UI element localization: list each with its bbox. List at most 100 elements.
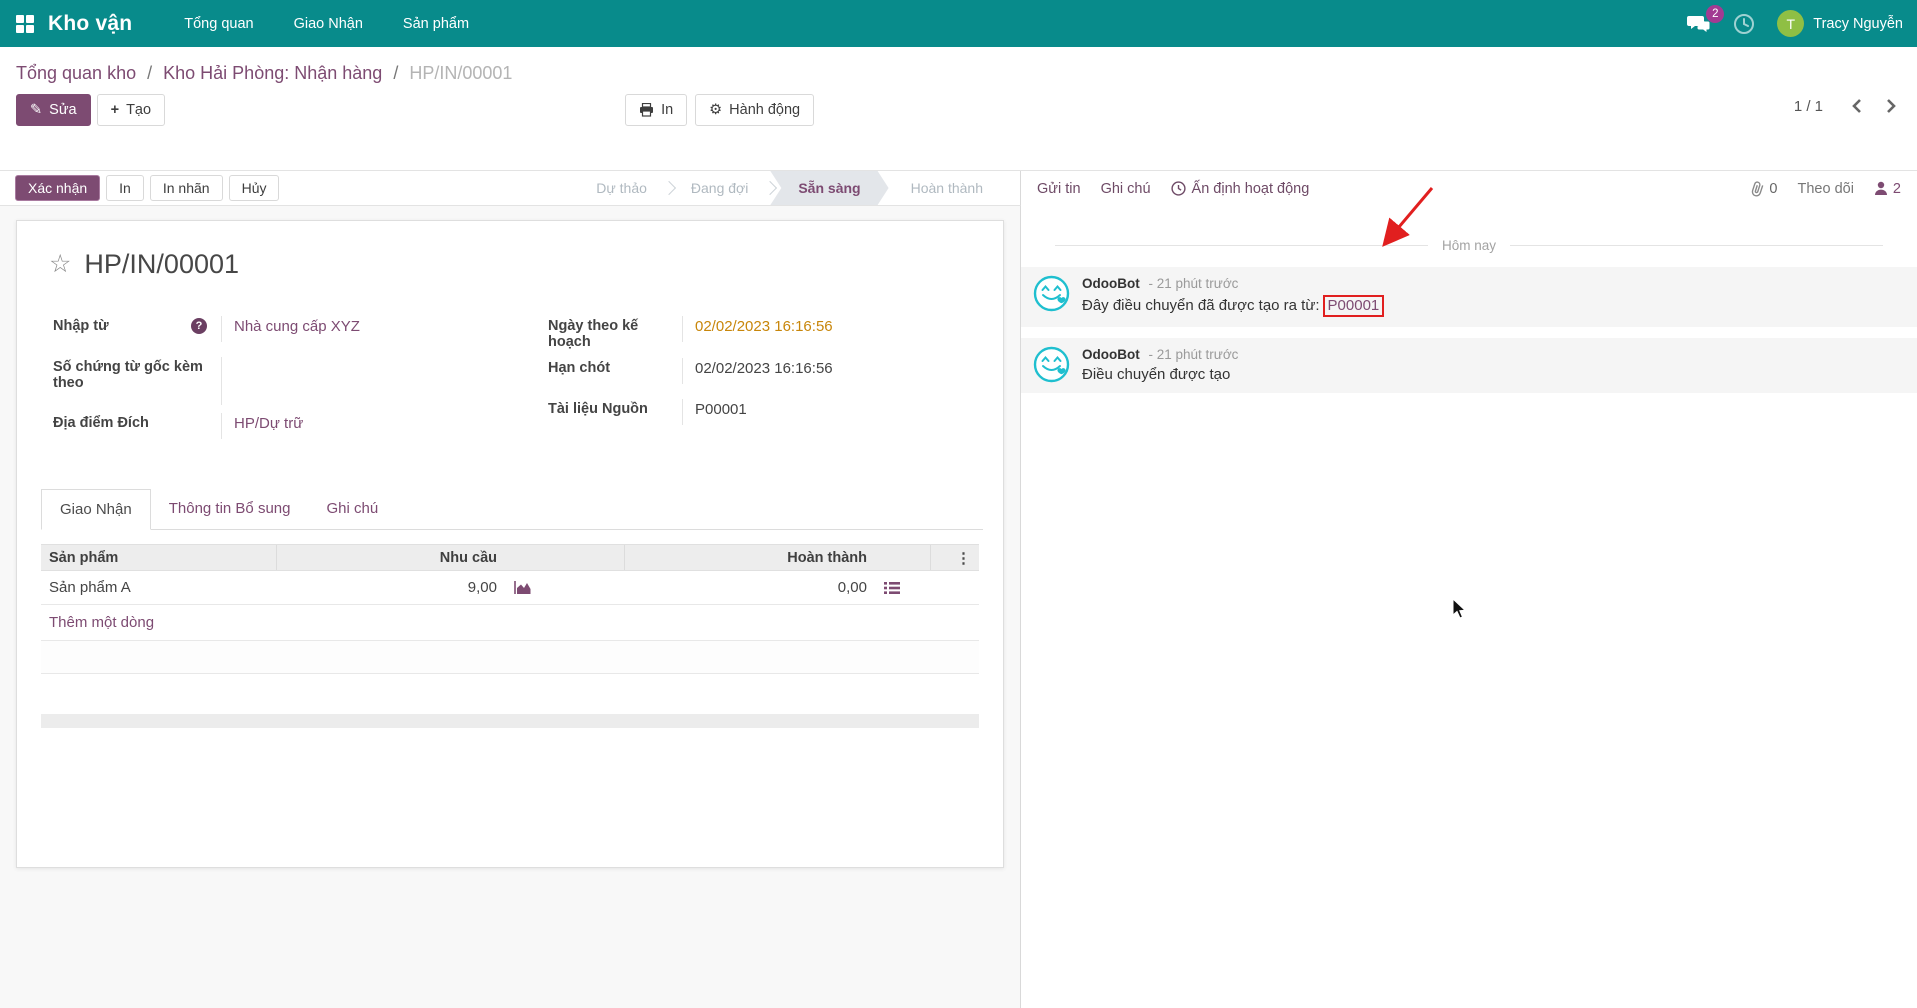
- clock-icon: [1170, 181, 1186, 196]
- chatter: Hôm nay OdooBot - 21 phút trước Đây điều…: [1021, 206, 1917, 1008]
- send-message-button[interactable]: Gửi tin: [1037, 181, 1081, 197]
- annotation-red-box: P00001: [1322, 295, 1385, 317]
- source-document-link[interactable]: P00001: [1328, 297, 1380, 314]
- field-label-origin-doc: Số chứng từ gốc kèm theo: [53, 359, 203, 391]
- follow-button[interactable]: Theo dõi: [1797, 181, 1853, 197]
- add-line-link[interactable]: Thêm một dòng: [41, 605, 979, 641]
- cancel-button[interactable]: Hủy: [228, 175, 280, 201]
- message-text: Điều chuyển được tạo: [1082, 366, 1231, 383]
- main-menu: Tổng quan Giao Nhận Sản phẩm: [168, 2, 485, 46]
- move-lines-table: Sản phẩm Nhu cầu Hoàn thành ⋮ Sản phẩm A…: [41, 544, 979, 728]
- print-labels-button[interactable]: In nhãn: [149, 175, 223, 201]
- table-row[interactable]: Sản phẩm A 9,00 0,00: [41, 571, 979, 605]
- chatter-toolbar: Gửi tin Ghi chú Ấn định hoạt động 0 Theo…: [1021, 171, 1917, 206]
- messages-icon[interactable]: 2: [1687, 4, 1725, 34]
- message-author[interactable]: OdooBot: [1082, 276, 1140, 291]
- column-options-icon[interactable]: ⋮: [956, 550, 971, 567]
- detailed-operations-icon[interactable]: [883, 581, 901, 595]
- field-value-source-document[interactable]: P00001: [682, 399, 802, 425]
- menu-overview[interactable]: Tổng quan: [168, 2, 269, 46]
- step-draft[interactable]: Dự thảo: [574, 171, 676, 205]
- followers-count: 2: [1892, 180, 1901, 197]
- log-note-button[interactable]: Ghi chú: [1101, 181, 1151, 197]
- odoobot-avatar: [1033, 346, 1070, 383]
- tab-operations[interactable]: Giao Nhận: [41, 489, 151, 530]
- help-icon[interactable]: ?: [191, 318, 207, 334]
- pager-next-button[interactable]: [1881, 94, 1901, 118]
- field-value-destination[interactable]: HP/Dự trữ: [221, 413, 341, 439]
- pager-previous-button[interactable]: [1847, 94, 1867, 118]
- step-ready[interactable]: Sẵn sàng: [770, 171, 888, 205]
- chevron-left-icon: [1852, 99, 1861, 113]
- user-avatar: T: [1777, 10, 1805, 37]
- form-sheet: ☆ HP/IN/00001 Nhập từ ? Nhà cung cấp XYZ…: [16, 220, 1004, 868]
- gear-icon: ⚙: [709, 102, 723, 118]
- action-button[interactable]: ⚙ Hành động: [695, 94, 815, 126]
- pencil-icon: ✎: [30, 102, 43, 118]
- menu-products[interactable]: Sản phẩm: [387, 2, 485, 46]
- breadcrumb: Tổng quan kho / Kho Hải Phòng: Nhận hàng…: [16, 63, 513, 83]
- message-time: - 21 phút trước: [1148, 347, 1239, 362]
- edit-button[interactable]: ✎ Sửa: [16, 94, 91, 126]
- step-waiting[interactable]: Đang đợi: [669, 171, 778, 205]
- cell-product[interactable]: Sản phẩm A: [41, 579, 277, 596]
- pager-counter: 1 / 1: [1793, 97, 1823, 115]
- message-time: - 21 phút trước: [1148, 276, 1239, 291]
- cell-demand[interactable]: 9,00: [277, 579, 505, 596]
- breadcrumb-current: HP/IN/00001: [409, 63, 513, 83]
- column-product[interactable]: Sản phẩm: [41, 545, 277, 570]
- date-divider: Hôm nay: [1055, 238, 1883, 253]
- printer-icon: [640, 103, 654, 117]
- field-value-deadline[interactable]: 02/02/2023 16:16:56: [682, 358, 833, 384]
- field-value-scheduled-date[interactable]: 02/02/2023 16:16:56: [682, 316, 833, 342]
- table-footer-bar: [41, 714, 979, 728]
- app-name[interactable]: Kho vận: [48, 12, 132, 36]
- favorite-star-icon[interactable]: ☆: [49, 252, 71, 277]
- record-title: HP/IN/00001: [84, 249, 240, 279]
- activities-icon[interactable]: [1733, 13, 1755, 35]
- status-steps: Dự thảo Đang đợi Sẵn sàng Hoàn thành: [574, 171, 1005, 205]
- attachments-count: 0: [1769, 180, 1778, 197]
- field-label-partner: Nhập từ ?: [53, 316, 221, 334]
- paperclip-icon: [1752, 181, 1764, 197]
- field-value-origin-doc[interactable]: [221, 357, 341, 405]
- control-panel: Tổng quan kho / Kho Hải Phòng: Nhận hàng…: [0, 47, 1917, 171]
- menu-transfers[interactable]: Giao Nhận: [278, 2, 379, 46]
- empty-table-row[interactable]: [41, 641, 979, 674]
- form-statusbar: Xác nhận In In nhãn Hủy Dự thảo Đang đợi…: [0, 171, 1021, 206]
- chatter-message[interactable]: OdooBot - 21 phút trước Điều chuyển được…: [1021, 338, 1917, 393]
- column-demand[interactable]: Nhu cầu: [277, 550, 505, 566]
- notebook-tabs: Giao Nhận Thông tin Bổ sung Ghi chú: [41, 488, 983, 530]
- forecast-chart-icon[interactable]: [513, 580, 532, 595]
- tab-note[interactable]: Ghi chú: [308, 489, 396, 530]
- user-menu[interactable]: T Tracy Nguyễn: [1777, 10, 1903, 37]
- top-navbar: Kho vận Tổng quan Giao Nhận Sản phẩm 2 T…: [0, 0, 1917, 47]
- field-label-destination: Địa điểm Đích: [53, 415, 149, 431]
- field-label-scheduled-date: Ngày theo kế hoạch: [548, 318, 639, 350]
- print-statusbar-button[interactable]: In: [106, 175, 144, 201]
- odoobot-avatar: [1033, 275, 1070, 312]
- apps-menu-icon[interactable]: [16, 14, 34, 33]
- message-author[interactable]: OdooBot: [1082, 347, 1140, 362]
- column-done[interactable]: Hoàn thành: [625, 550, 875, 566]
- field-label-source-document: Tài liệu Nguồn: [548, 401, 648, 417]
- user-name: Tracy Nguyễn: [1813, 15, 1903, 32]
- schedule-activity-button[interactable]: Ấn định hoạt động: [1170, 181, 1309, 197]
- create-button[interactable]: + Tạo: [96, 94, 166, 126]
- chatter-message[interactable]: OdooBot - 21 phút trước Đây điều chuyển …: [1021, 267, 1917, 327]
- clock-icon: [1734, 13, 1755, 34]
- attachments-button[interactable]: 0: [1751, 180, 1777, 197]
- messages-badge: 2: [1706, 4, 1725, 23]
- step-done[interactable]: Hoàn thành: [889, 171, 1005, 205]
- table-header: Sản phẩm Nhu cầu Hoàn thành ⋮: [41, 544, 979, 571]
- confirm-button[interactable]: Xác nhận: [15, 175, 101, 201]
- tab-additional-info[interactable]: Thông tin Bổ sung: [151, 489, 309, 530]
- field-label-deadline: Hạn chót: [548, 360, 611, 376]
- breadcrumb-overview[interactable]: Tổng quan kho: [16, 63, 136, 83]
- print-button[interactable]: In: [625, 94, 688, 126]
- cell-done[interactable]: 0,00: [625, 579, 875, 596]
- followers-button[interactable]: 2: [1874, 181, 1901, 197]
- field-value-partner[interactable]: Nhà cung cấp XYZ: [221, 316, 360, 342]
- chevron-right-icon: [1887, 99, 1896, 113]
- breadcrumb-operation[interactable]: Kho Hải Phòng: Nhận hàng: [163, 63, 382, 83]
